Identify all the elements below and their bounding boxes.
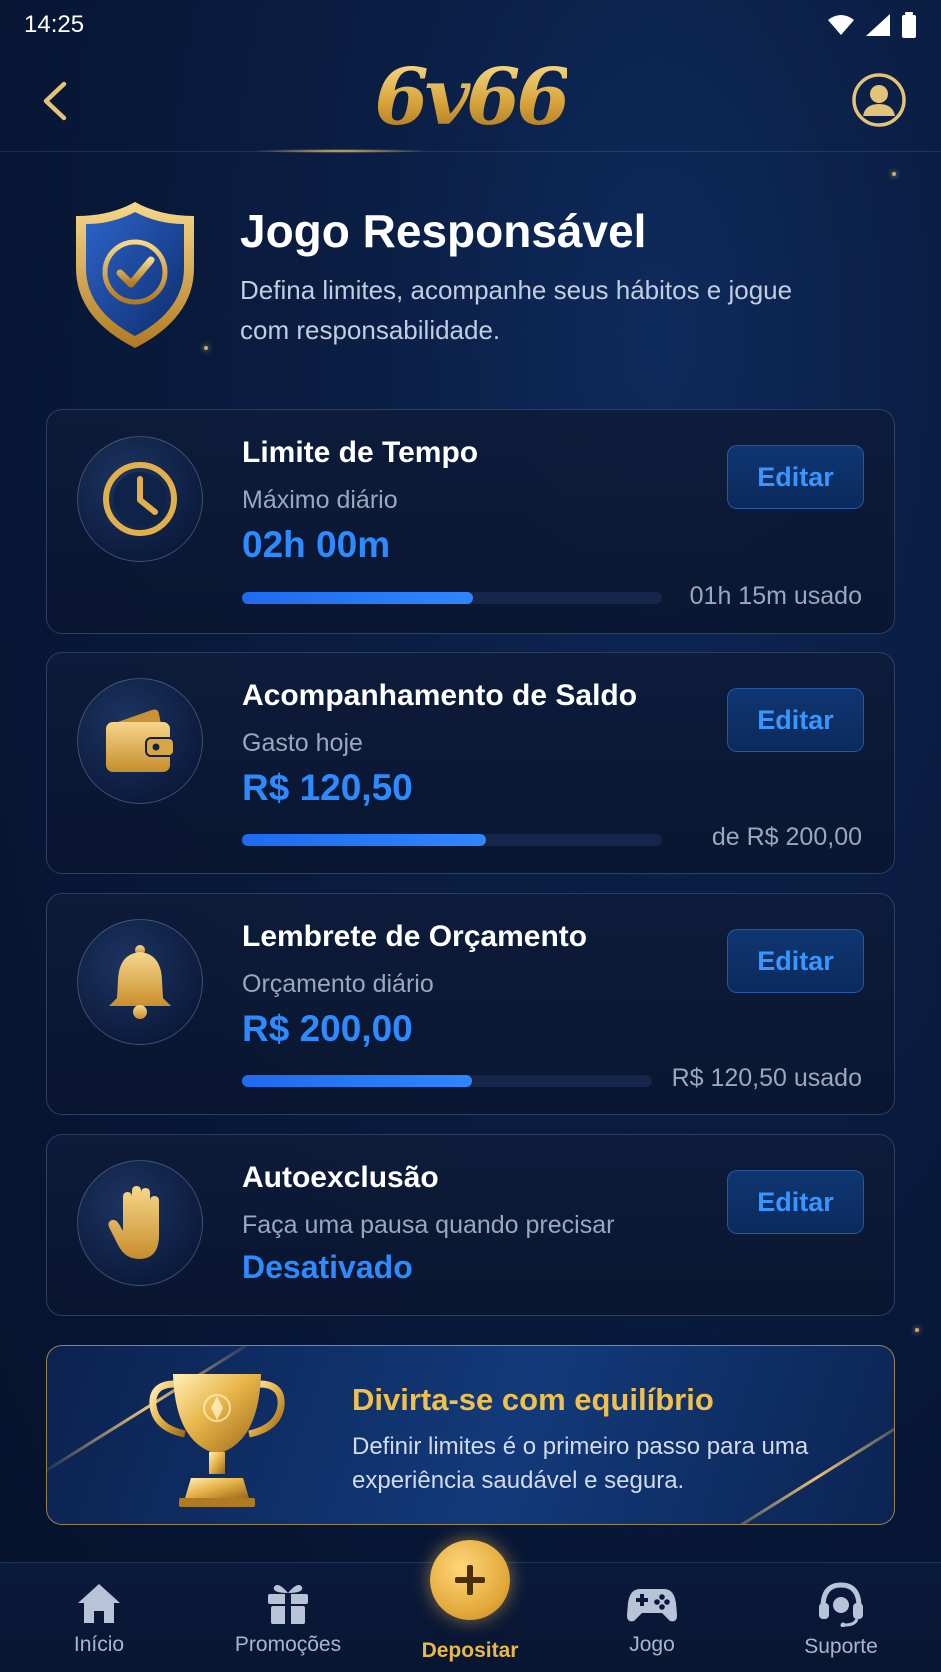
gift-icon — [268, 1585, 308, 1624]
app-header: 6v66 — [0, 50, 941, 153]
promo-title: Divirta-se com equilíbrio — [352, 1382, 714, 1417]
chevron-left-icon — [43, 81, 67, 121]
card-icon-circle — [77, 919, 203, 1045]
profile-button[interactable] — [851, 72, 907, 128]
card-label: Máximo diário — [242, 486, 398, 514]
trophy-icon — [149, 1374, 285, 1507]
time-limit-card: Limite de Tempo Máximo diário 02h 00m Ed… — [46, 409, 895, 634]
card-label: Orçamento diário — [242, 970, 434, 998]
status-bar: 14:25 — [0, 0, 941, 50]
progress-bar — [242, 1075, 652, 1087]
usage-note: R$ 120,50 usado — [671, 1064, 862, 1092]
card-icon-circle — [77, 678, 203, 804]
card-title: Autoexclusão — [242, 1161, 439, 1194]
card-icon-circle — [77, 1160, 203, 1286]
headset-icon — [819, 1582, 863, 1627]
card-value: Desativado — [242, 1249, 413, 1285]
nav-item-home[interactable]: Início — [14, 1563, 184, 1672]
home-icon — [78, 1584, 120, 1623]
wallet-icon — [106, 709, 175, 772]
nav-item-support[interactable]: Suporte — [756, 1563, 926, 1672]
wifi-icon — [828, 15, 854, 35]
usage-note: de R$ 200,00 — [711, 823, 862, 851]
promo-banner: Divirta-se com equilíbrio Definir limite… — [46, 1345, 895, 1525]
signal-icon — [866, 14, 890, 36]
decor-sparkle — [892, 172, 896, 176]
progress-bar — [242, 592, 662, 604]
progress-fill — [242, 1075, 472, 1087]
clock-icon — [103, 462, 177, 536]
progress-bar — [242, 834, 662, 846]
card-label: Faça uma pausa quando precisar — [242, 1211, 615, 1239]
nav-label: Início — [73, 1633, 125, 1656]
card-title: Acompanhamento de Saldo — [242, 679, 638, 712]
edit-time-limit-button[interactable]: Editar — [727, 445, 864, 509]
shield-check-icon — [76, 202, 194, 348]
user-avatar-icon — [852, 73, 906, 127]
status-time: 14:25 — [24, 11, 85, 38]
brand-logo[interactable]: 6v66 — [374, 58, 570, 137]
balance-tracking-card: Acompanhamento de Saldo Gasto hoje R$ 12… — [46, 652, 895, 874]
nav-label: Suporte — [804, 1635, 878, 1658]
bell-icon — [109, 945, 171, 1019]
edit-balance-button[interactable]: Editar — [727, 688, 864, 752]
nav-item-game[interactable]: Jogo — [567, 1563, 737, 1672]
page-subtitle: Defina limites, acompanhe seus hábitos e… — [240, 275, 793, 345]
edit-self-exclusion-button[interactable]: Editar — [727, 1170, 864, 1234]
progress-fill — [242, 834, 486, 846]
nav-label: Depositar — [421, 1639, 519, 1662]
edit-budget-button[interactable]: Editar — [727, 929, 864, 993]
card-value: R$ 120,50 — [242, 767, 413, 808]
back-button[interactable] — [36, 76, 76, 126]
self-exclusion-card: Autoexclusão Faça uma pausa quando preci… — [46, 1134, 895, 1316]
usage-note: 01h 15m usado — [689, 582, 862, 610]
card-label: Gasto hoje — [242, 729, 363, 757]
hand-icon — [108, 1186, 159, 1259]
battery-icon — [902, 12, 916, 38]
card-value: 02h 00m — [242, 524, 391, 565]
budget-reminder-card: Lembrete de Orçamento Orçamento diário R… — [46, 893, 895, 1115]
hero-section: Jogo Responsável Defina limites, acompan… — [70, 198, 890, 358]
plus-icon — [455, 1565, 485, 1595]
progress-fill — [242, 592, 473, 604]
card-title: Limite de Tempo — [242, 436, 479, 469]
nav-label: Jogo — [629, 1633, 675, 1656]
gamepad-icon — [627, 1589, 677, 1622]
header-glow — [250, 149, 430, 153]
decor-sparkle — [915, 1328, 919, 1332]
card-icon-circle — [77, 436, 203, 562]
card-value: R$ 200,00 — [242, 1008, 413, 1049]
status-icons — [827, 12, 917, 38]
deposit-fab-button[interactable] — [430, 1540, 510, 1620]
page-title: Jogo Responsável — [240, 205, 647, 257]
nav-item-promotions[interactable]: Promoções — [203, 1563, 373, 1672]
card-title: Lembrete de Orçamento — [242, 920, 588, 953]
nav-label: Promoções — [234, 1633, 342, 1656]
promo-text: Definir limites é o primeiro passo para … — [352, 1433, 809, 1494]
decor-sparkle — [204, 346, 208, 350]
